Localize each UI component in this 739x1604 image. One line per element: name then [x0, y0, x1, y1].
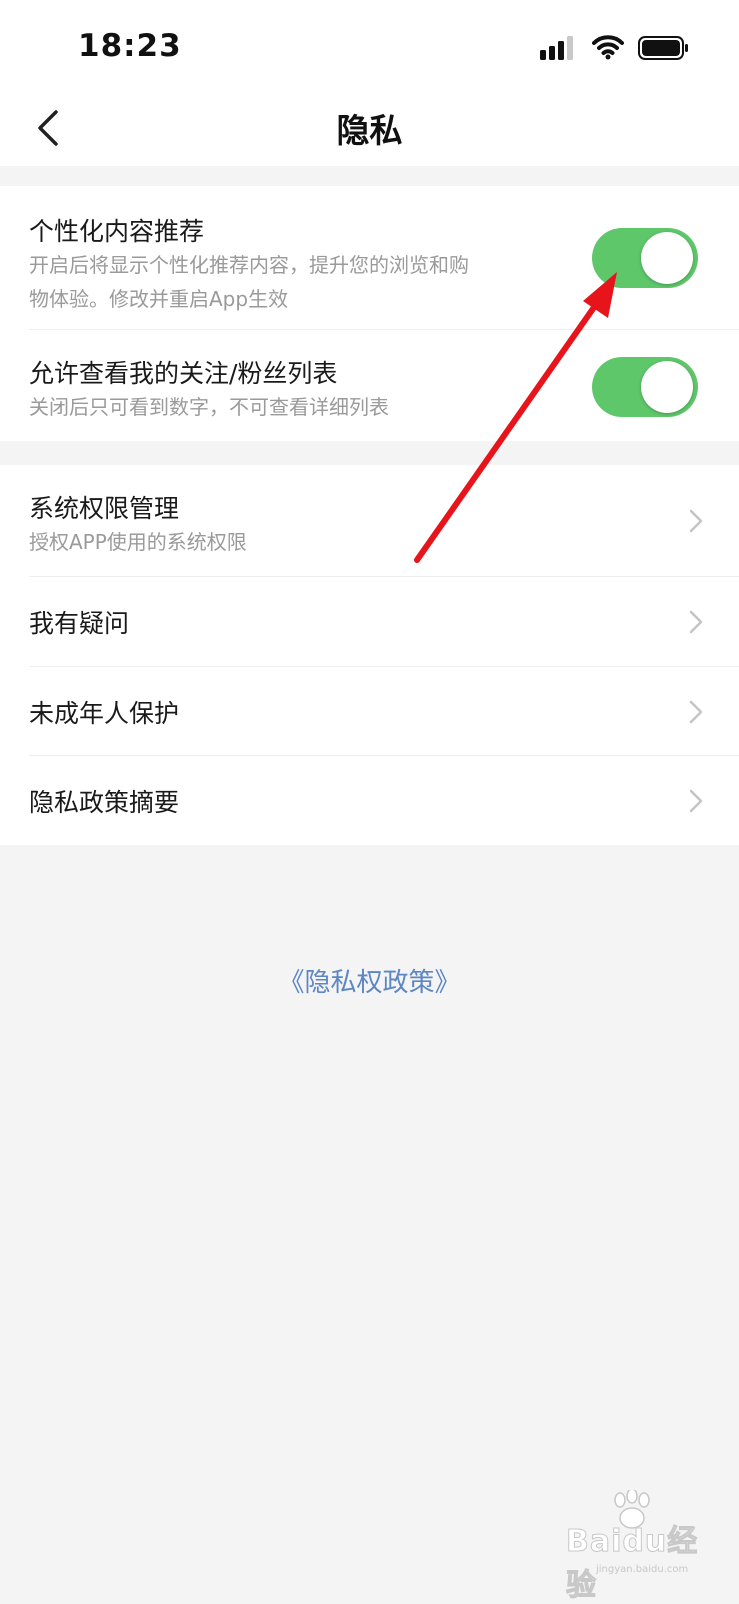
- wifi-icon: [592, 35, 624, 60]
- navigation-header: 隐私: [0, 90, 739, 166]
- menu-item-description: 授权APP使用的系统权限: [29, 530, 247, 554]
- setting-row-follow-list-visibility: 允许查看我的关注/粉丝列表 关闭后只可看到数字，不可查看详细列表: [0, 330, 739, 441]
- menu-item-title: 隐私政策摘要: [29, 788, 180, 817]
- menu-item-title: 未成年人保护: [29, 699, 180, 728]
- personalized-recommendation-toggle[interactable]: [592, 228, 698, 288]
- baidu-watermark: Baidu经验 jingyan.baidu.com: [556, 1490, 726, 1604]
- setting-row-personalized-recommendation: 个性化内容推荐 开启后将显示个性化推荐内容，提升您的浏览和购 物体验。修改并重启…: [0, 186, 739, 329]
- privacy-policy-link[interactable]: 《隐私权政策》: [0, 962, 739, 999]
- menu-item-title: 系统权限管理: [29, 494, 180, 523]
- status-bar: 18:23: [0, 0, 739, 90]
- cellular-signal-icon: [540, 36, 573, 60]
- page-title: 隐私: [336, 111, 403, 150]
- follow-list-visibility-toggle[interactable]: [592, 357, 698, 417]
- menu-item-minor-protection[interactable]: 未成年人保护: [0, 667, 739, 755]
- setting-title: 个性化内容推荐: [29, 217, 205, 246]
- chevron-right-icon: [689, 700, 703, 724]
- menu-item-system-permissions[interactable]: 系统权限管理 授权APP使用的系统权限: [0, 465, 739, 576]
- setting-description-line1: 开启后将显示个性化推荐内容，提升您的浏览和购: [29, 253, 469, 277]
- toggle-knob: [641, 232, 693, 284]
- toggle-knob: [641, 361, 693, 413]
- setting-title: 允许查看我的关注/粉丝列表: [29, 359, 338, 388]
- setting-description-line2: 物体验。修改并重启App生效: [29, 287, 289, 311]
- battery-icon: [638, 36, 688, 60]
- toggle-settings-group: 个性化内容推荐 开启后将显示个性化推荐内容，提升您的浏览和购 物体验。修改并重启…: [0, 186, 739, 441]
- chevron-right-icon: [689, 610, 703, 634]
- watermark-url: jingyan.baidu.com: [596, 1564, 689, 1575]
- menu-item-privacy-policy-summary[interactable]: 隐私政策摘要: [0, 756, 739, 845]
- setting-description: 关闭后只可看到数字，不可查看详细列表: [29, 395, 389, 419]
- menu-settings-group: 系统权限管理 授权APP使用的系统权限 我有疑问 未成年人保护 隐私政策摘要: [0, 465, 739, 845]
- chevron-right-icon: [689, 509, 703, 533]
- status-time: 18:23: [78, 28, 182, 64]
- watermark-text: Baidu经验: [566, 1524, 699, 1604]
- chevron-right-icon: [689, 789, 703, 813]
- menu-item-questions[interactable]: 我有疑问: [0, 577, 739, 666]
- menu-item-title: 我有疑问: [29, 609, 130, 638]
